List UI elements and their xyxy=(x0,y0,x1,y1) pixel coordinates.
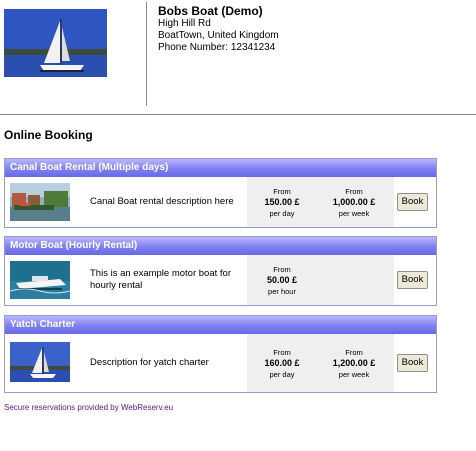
price-panel: From 160.00 £ per day From 1,200.00 £ pe… xyxy=(247,334,394,392)
business-name: Bobs Boat (Demo) xyxy=(158,4,263,18)
header-divider xyxy=(146,2,147,106)
item-description: Description for yatch charter xyxy=(90,357,209,368)
price-unit: per day xyxy=(269,370,295,379)
book-button[interactable]: Book xyxy=(397,354,428,372)
phone-number: Phone Number: 12341234 xyxy=(158,42,276,53)
price-unit: per week xyxy=(338,209,370,218)
item-title: Motor Boat (Hourly Rental) xyxy=(5,237,436,255)
header-separator xyxy=(0,114,476,115)
sailboat-photo xyxy=(4,9,107,77)
price-amount: 50.00 £ xyxy=(266,275,298,285)
price-per-week: From 1,000.00 £ per week xyxy=(319,186,389,219)
price-per-day: From 160.00 £ per day xyxy=(247,347,317,380)
price-unit: per week xyxy=(338,370,370,379)
item-title: Yatch Charter xyxy=(5,316,436,334)
price-amount: 1,200.00 £ xyxy=(332,358,376,368)
booking-item-yacht-charter: Yatch Charter Description for yatch char… xyxy=(4,315,437,393)
booking-item-canal-boat: Canal Boat Rental (Multiple days) Canal … xyxy=(4,158,437,228)
price-per-day: From 150.00 £ per day xyxy=(247,186,317,219)
price-amount: 1,000.00 £ xyxy=(332,197,376,207)
price-per-hour: From 50.00 £ per hour xyxy=(247,264,317,297)
item-title: Canal Boat Rental (Multiple days) xyxy=(5,159,436,177)
price-unit: per hour xyxy=(268,287,296,296)
footer-credit-link[interactable]: Secure reservations provided by WebReser… xyxy=(4,403,173,412)
address-line-2: BoatTown, United Kingdom xyxy=(158,30,279,41)
canal-boat-photo xyxy=(10,183,70,221)
price-unit: per day xyxy=(269,209,295,218)
price-amount: 160.00 £ xyxy=(264,358,300,368)
item-description: Canal Boat rental description here xyxy=(90,196,234,207)
price-from-label: From xyxy=(273,348,291,357)
address-line-1: High Hill Rd xyxy=(158,18,211,29)
page-title: Online Booking xyxy=(4,128,93,142)
price-from-label: From xyxy=(273,265,291,274)
price-from-label: From xyxy=(273,187,291,196)
business-info: Bobs Boat (Demo) High Hill Rd BoatTown, … xyxy=(158,4,279,54)
price-per-week: From 1,200.00 £ per week xyxy=(319,347,389,380)
price-panel: From 150.00 £ per day From 1,000.00 £ pe… xyxy=(247,177,394,227)
booking-item-motor-boat: Motor Boat (Hourly Rental) This is an ex… xyxy=(4,236,437,306)
price-from-label: From xyxy=(345,187,363,196)
business-header: Bobs Boat (Demo) High Hill Rd BoatTown, … xyxy=(0,0,476,115)
motor-boat-photo xyxy=(10,261,70,299)
price-amount: 150.00 £ xyxy=(264,197,300,207)
book-button[interactable]: Book xyxy=(397,271,428,289)
item-description: This is an example motor boat for hourly… xyxy=(90,268,231,291)
price-from-label: From xyxy=(345,348,363,357)
book-button[interactable]: Book xyxy=(397,193,428,211)
price-panel: From 50.00 £ per hour xyxy=(247,255,394,305)
yacht-photo xyxy=(10,342,70,382)
